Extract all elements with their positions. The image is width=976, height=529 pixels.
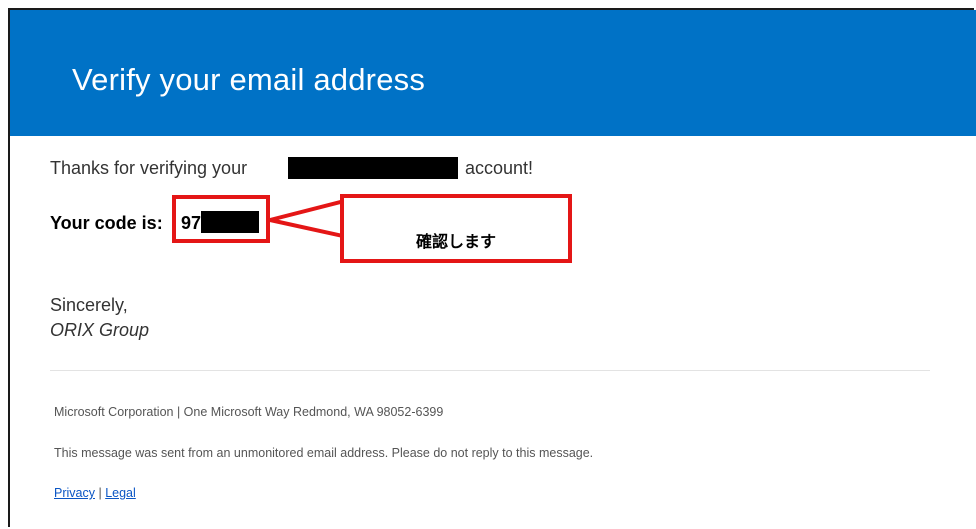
redaction-box <box>288 157 458 179</box>
footer-links: Privacy | Legal <box>54 486 136 500</box>
thanks-suffix-text: account! <box>465 158 534 178</box>
privacy-link[interactable]: Privacy <box>54 486 95 500</box>
email-title: Verify your email address <box>72 62 426 97</box>
thanks-text: Thanks for verifying your <box>50 158 248 178</box>
divider <box>50 370 930 371</box>
annotation-callout: 確認します <box>340 194 572 263</box>
code-label: Your code is: <box>50 213 163 233</box>
email-header: Verify your email address <box>10 10 976 136</box>
footer-notice: This message was sent from an unmonitore… <box>54 446 594 460</box>
footer-address: Microsoft Corporation | One Microsoft Wa… <box>54 405 444 419</box>
callout-text: 確認します <box>415 234 496 251</box>
link-separator: | <box>98 486 102 500</box>
closing-text: Sincerely, <box>50 295 128 315</box>
code-highlight-box <box>172 195 270 243</box>
legal-link[interactable]: Legal <box>105 486 136 500</box>
signature: ORIX Group <box>50 320 150 340</box>
